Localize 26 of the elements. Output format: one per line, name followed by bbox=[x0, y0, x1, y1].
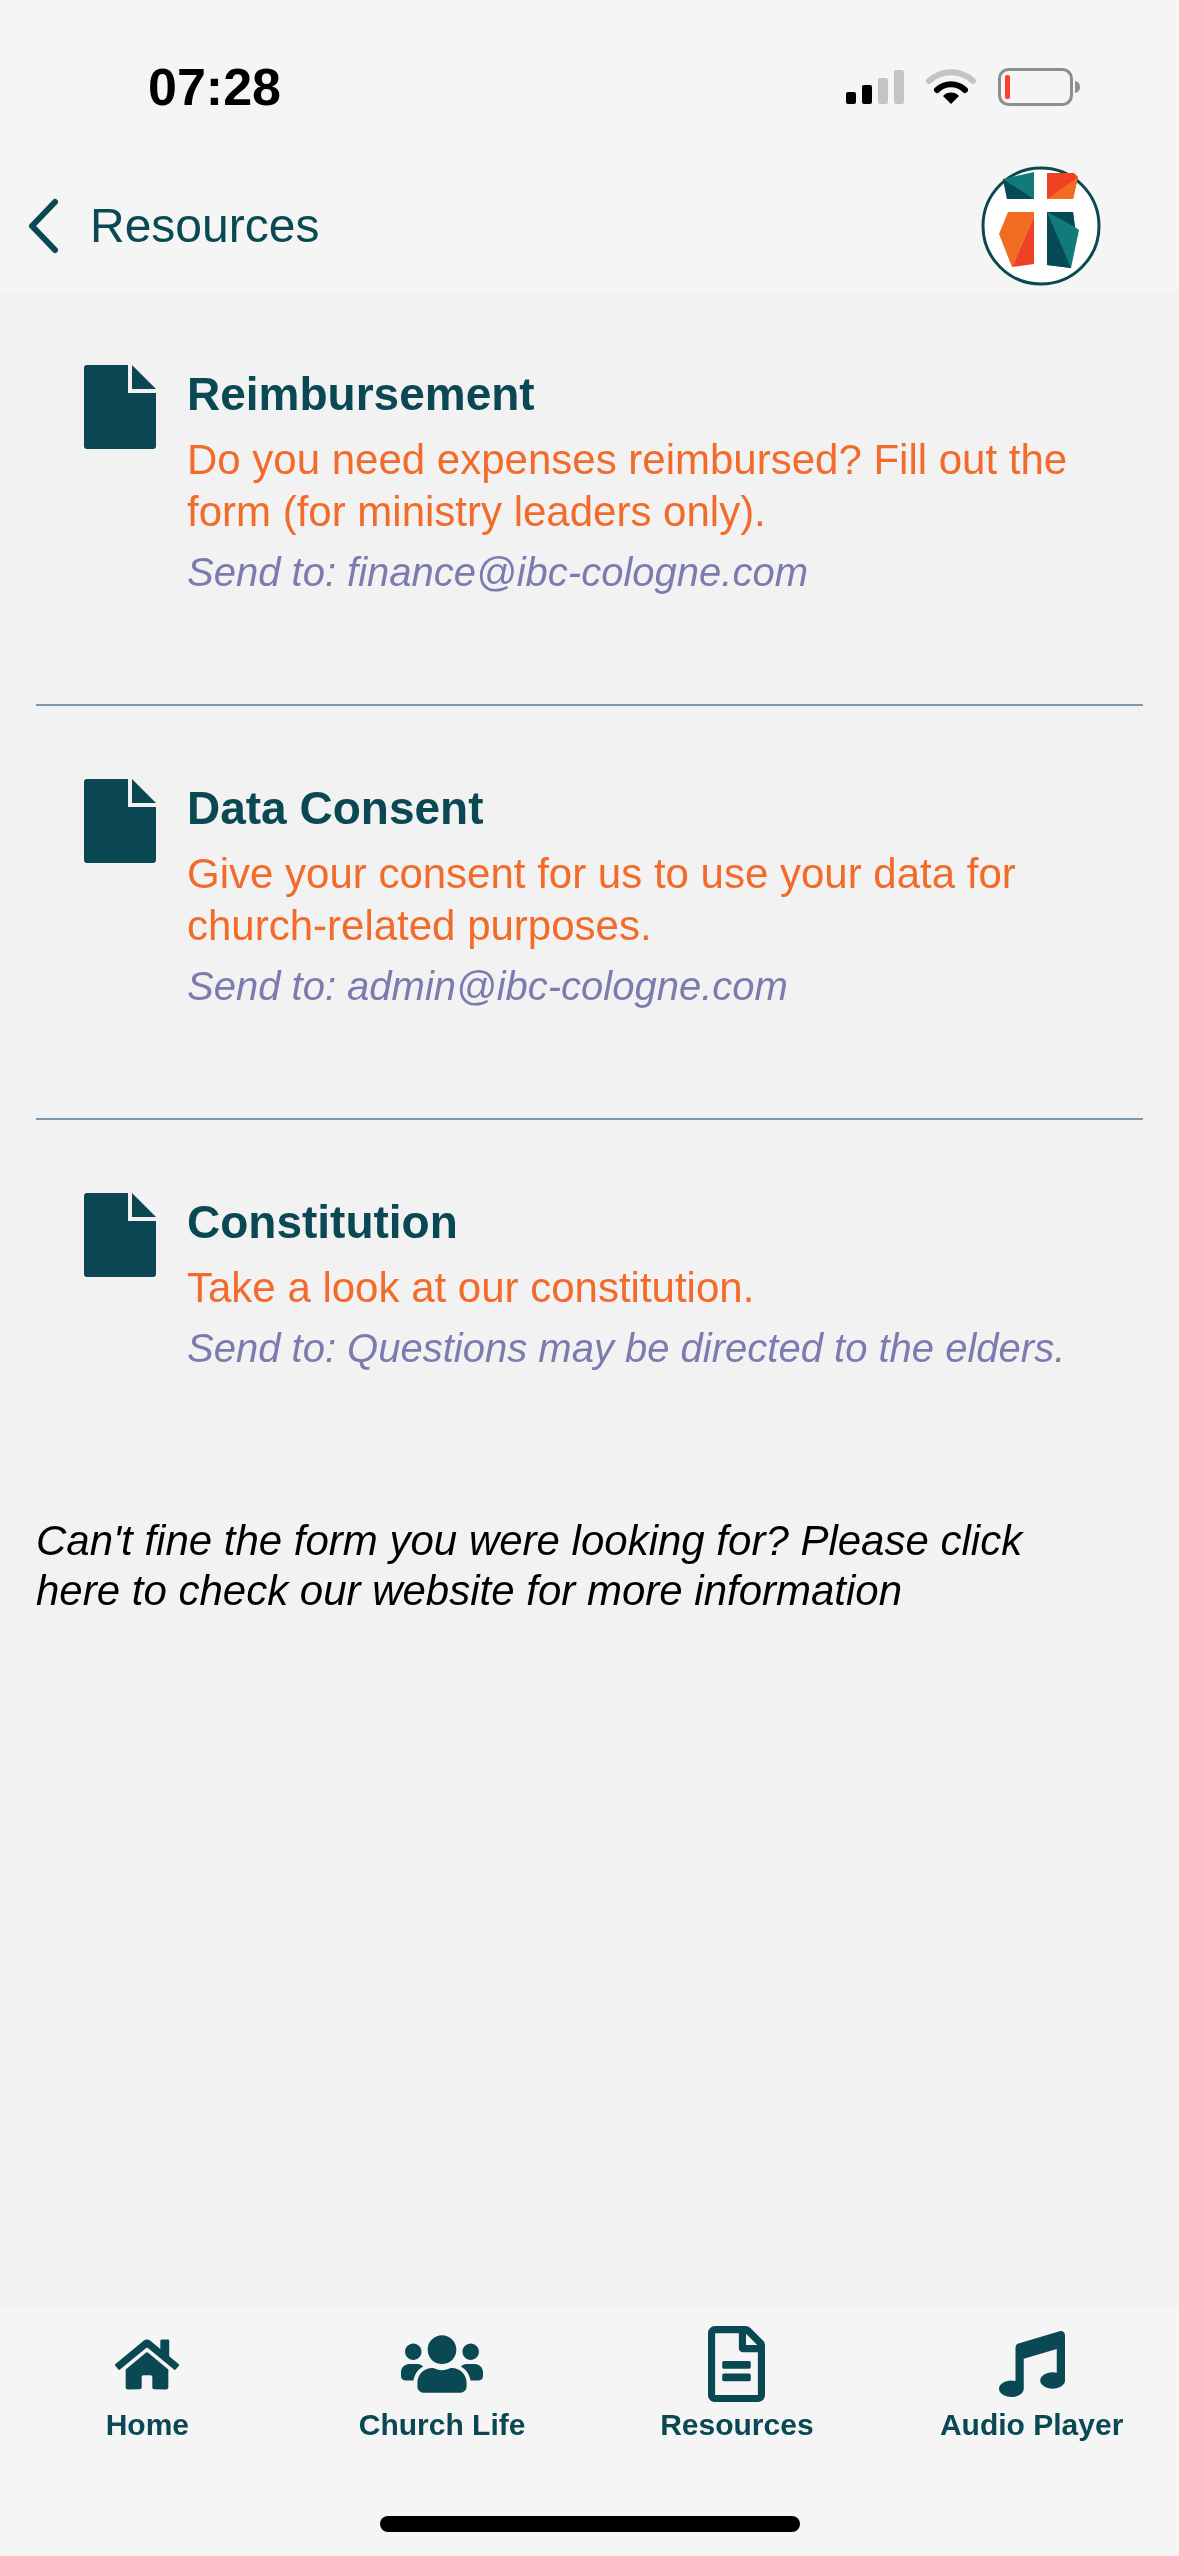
document-icon bbox=[84, 1193, 156, 1277]
tab[interactable]: Church Life bbox=[358, 2326, 526, 2443]
status-time: 07:28 bbox=[148, 60, 281, 114]
send-to-text: Send to: Questions may be directed to the elders. bbox=[187, 1325, 1067, 1372]
music-note-icon bbox=[998, 2331, 1065, 2397]
signal-icon bbox=[846, 70, 904, 104]
resource-title: Data Consent bbox=[187, 782, 485, 834]
wifi-icon bbox=[926, 69, 976, 105]
tab[interactable]: Resources bbox=[660, 2326, 814, 2443]
resource-description: Do you need expenses reimbursed? Fill out the form (for ministry leaders only). bbox=[187, 435, 1069, 537]
cross-logo-icon bbox=[981, 166, 1101, 286]
resource-title: Constitution bbox=[187, 1196, 459, 1248]
battery-icon bbox=[998, 68, 1080, 106]
send-to-text: Send to: finance@ibc-cologne.com bbox=[187, 549, 809, 596]
tab[interactable]: Audio Player bbox=[939, 2326, 1124, 2443]
website-help-link[interactable]: Can't fine the form you were looking for? Please click here to check our website for more information bbox=[36, 1516, 1076, 1616]
document-icon bbox=[84, 779, 156, 863]
back-button[interactable]: Resources bbox=[26, 198, 320, 254]
resource-title: Reimbursement bbox=[187, 368, 536, 420]
document-icon bbox=[708, 2326, 766, 2402]
resource-description: Take a look at our constitution. bbox=[187, 1263, 756, 1313]
document-icon bbox=[84, 365, 156, 449]
tab[interactable]: Home bbox=[105, 2326, 190, 2443]
chevron-left-icon bbox=[26, 198, 60, 254]
send-to-text: Send to: admin@ibc-cologne.com bbox=[187, 963, 789, 1010]
resource-description: Give your consent for us to use your data for church-related purposes. bbox=[187, 849, 1017, 951]
